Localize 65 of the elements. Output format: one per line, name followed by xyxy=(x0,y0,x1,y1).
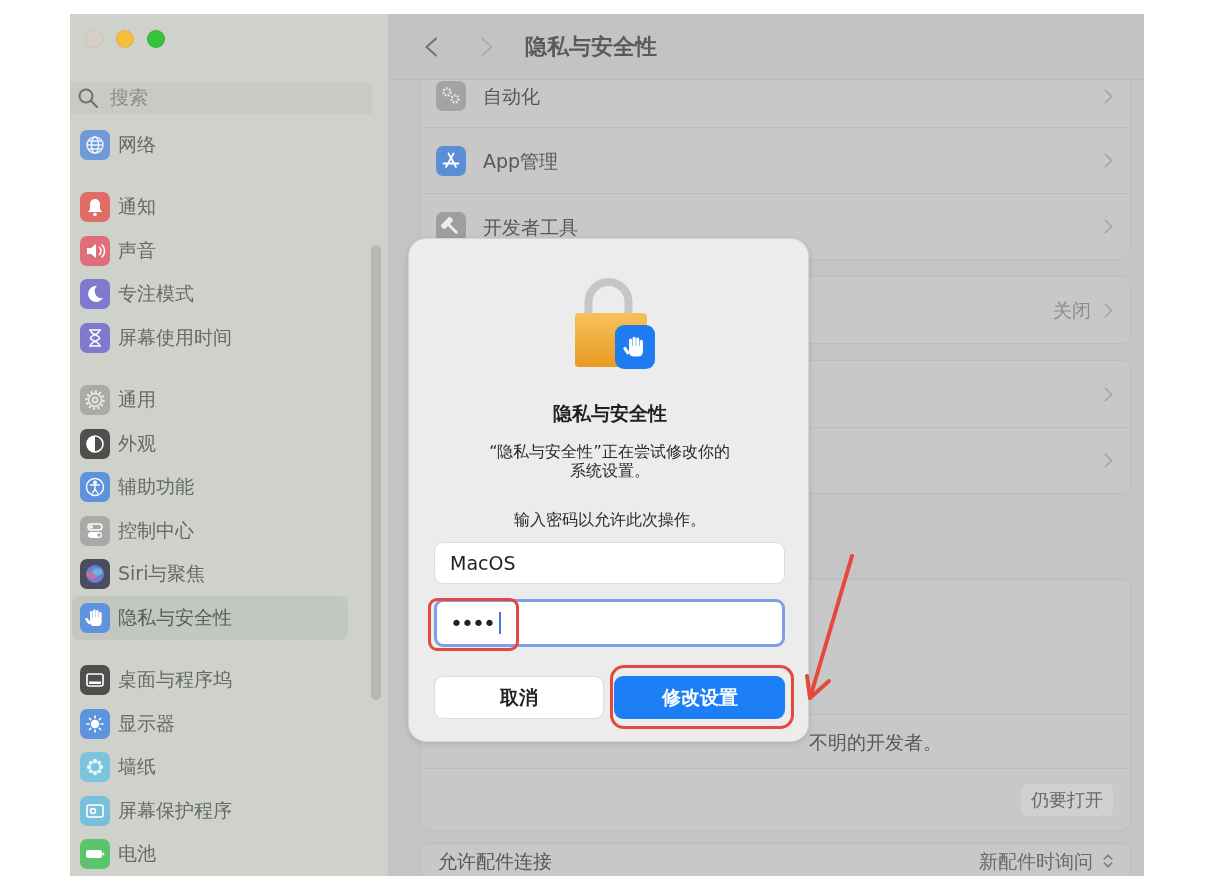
chevron-left-icon xyxy=(424,36,438,57)
dialog-message: “隐私与安全性”正在尝试修改你的系统设置。 xyxy=(488,442,731,480)
sidebar-item[interactable]: 屏幕保护程序 xyxy=(72,789,348,833)
chevron-right-icon xyxy=(1104,453,1113,468)
row-label: 开发者工具 xyxy=(483,214,578,239)
sidebar-item[interactable]: 显示器 xyxy=(72,702,348,746)
sidebar-item[interactable]: 声音 xyxy=(72,229,348,273)
chevron-right-icon xyxy=(1104,88,1113,104)
text-cursor-icon xyxy=(498,612,501,634)
chevron-right-icon xyxy=(1104,302,1113,318)
gears-icon xyxy=(436,81,466,111)
scroll-bar[interactable] xyxy=(371,245,381,700)
search-icon xyxy=(78,88,98,108)
search-field[interactable]: 搜索 xyxy=(70,82,372,114)
screen-icon xyxy=(80,795,110,826)
sidebar-item[interactable]: 网络 xyxy=(72,123,348,167)
battery-icon xyxy=(80,839,110,870)
accessibility-icon xyxy=(80,472,110,503)
row-label: 允许配件连接 xyxy=(438,849,552,873)
app-store-icon xyxy=(436,145,466,176)
sidebar-item[interactable]: 外观 xyxy=(72,422,348,466)
sidebar-item[interactable]: 控制中心 xyxy=(72,509,348,553)
moon-icon xyxy=(80,279,110,310)
sidebar-item[interactable]: 通知 xyxy=(72,185,348,229)
bell-icon xyxy=(80,192,110,223)
sidebar-item[interactable]: 桌面与程序坞 xyxy=(72,658,348,702)
chevron-right-icon xyxy=(1104,386,1113,402)
speaker-icon xyxy=(80,235,110,266)
password-field[interactable]: •••• xyxy=(434,599,785,647)
back-button[interactable] xyxy=(424,36,438,57)
sidebar-item[interactable]: 隐私与安全性 xyxy=(72,596,348,640)
page-title: 隐私与安全性 xyxy=(525,32,657,61)
confirm-button[interactable]: 修改设置 xyxy=(614,676,785,719)
globe-icon xyxy=(80,129,110,160)
sidebar-item[interactable]: 屏幕使用时间 xyxy=(72,316,348,360)
sidebar-item[interactable]: 墙纸 xyxy=(72,745,348,789)
zoom-button[interactable] xyxy=(147,30,165,48)
padlock-icon xyxy=(574,277,655,369)
row-label: 自动化 xyxy=(483,84,540,108)
toggles-icon xyxy=(80,515,110,546)
orb-icon xyxy=(80,559,110,590)
dock-icon xyxy=(80,665,110,696)
warning-text: 不明的开发者。 xyxy=(809,729,942,754)
dialog-title: 隐私与安全性 xyxy=(552,401,667,425)
hand-icon xyxy=(80,602,110,633)
sidebar-item[interactable]: Siri与聚焦 xyxy=(72,552,348,596)
gear-icon xyxy=(80,385,110,416)
open-anyway-button[interactable]: 仍要打开 xyxy=(1021,783,1113,816)
sidebar-item[interactable]: 专注模式 xyxy=(72,272,348,316)
up-down-chevron-icon xyxy=(1103,853,1113,869)
flower-icon xyxy=(80,752,110,783)
sidebar-item[interactable]: 电池 xyxy=(72,832,348,876)
hourglass-icon xyxy=(80,322,110,353)
cancel-button[interactable]: 取消 xyxy=(434,676,604,719)
sun-icon xyxy=(80,708,110,739)
minimize-button[interactable] xyxy=(116,30,134,48)
popup-button[interactable]: 新配件时询问 xyxy=(979,849,1113,873)
username-field[interactable]: MacOS xyxy=(434,542,785,584)
row-value: 关闭 xyxy=(1053,298,1091,322)
chevron-right-icon xyxy=(1104,153,1113,168)
row-label: App管理 xyxy=(483,148,559,173)
sidebar-item[interactable]: 通用 xyxy=(72,378,348,422)
chevron-right-icon xyxy=(1104,219,1113,234)
sidebar-item[interactable]: 辅助功能 xyxy=(72,465,348,509)
dialog-prompt: 输入密码以允许此次操作。 xyxy=(513,509,706,531)
